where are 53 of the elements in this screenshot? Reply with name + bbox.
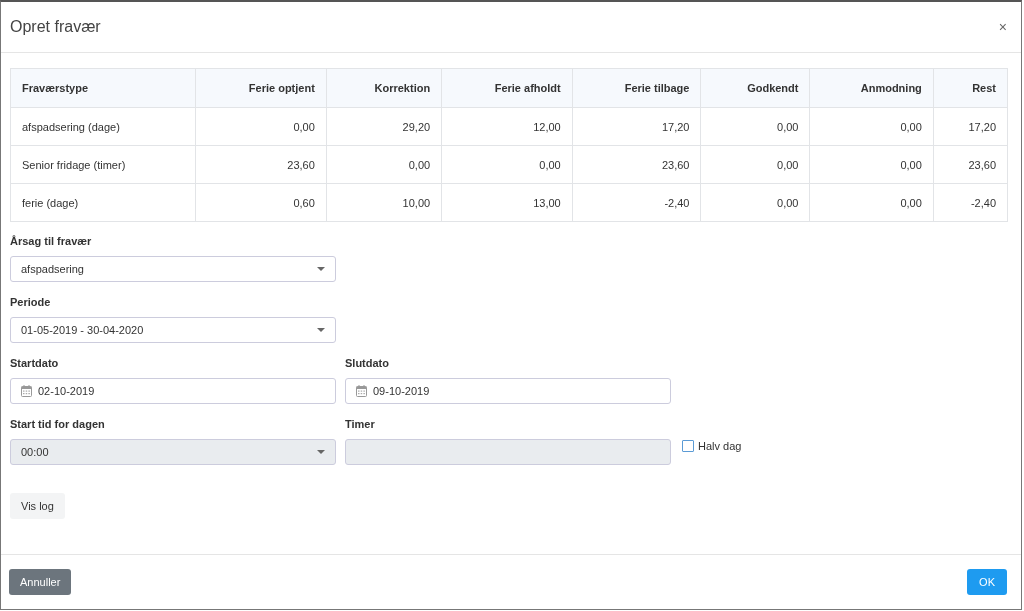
table-cell: 23,60 [572,145,701,184]
table-cell: 0,00 [700,183,810,222]
caret-icon [317,328,325,332]
column-header: Ferie optjent [195,68,327,108]
table-cell: Senior fridage (timer) [10,145,196,184]
table-cell: 13,00 [441,183,573,222]
close-button[interactable]: × [998,19,1007,35]
table-cell: 10,00 [326,183,442,222]
dropdown[interactable]: afspadsering [10,256,336,282]
log-button[interactable]: Vis log [10,493,65,519]
field-label: Slutdato [345,357,390,369]
column-header: Rest [933,68,1008,108]
column-header: Ferie tilbage [572,68,701,108]
table-cell: ferie (dage) [10,183,196,222]
table-cell: 0,00 [810,107,934,146]
table-cell: 0,00 [195,107,327,146]
caret-icon [317,450,325,454]
table-cell: 23,60 [195,145,327,184]
dropdown[interactable]: 01-05-2019 - 30-04-2020 [10,317,336,343]
table-cell: 0,00 [810,145,934,184]
table-cell: 23,60 [933,145,1008,184]
table-cell: 0,60 [195,183,327,222]
calendar-icon [356,385,367,397]
table-cell: -2,40 [933,183,1008,222]
cancel-button[interactable]: Annuller [9,569,72,595]
table-cell: 17,20 [933,107,1008,146]
date-field[interactable]: 09-10-2019 [345,378,671,404]
table-cell: 17,20 [572,107,701,146]
table-cell: 0,00 [700,107,810,146]
table-cell: 0,00 [326,145,442,184]
column-header: Korrektion [326,68,442,108]
table-cell: afspadsering (dage) [10,107,196,146]
calendar-icon [21,385,32,397]
column-header: Anmodning [810,68,934,108]
column-header: Ferie afholdt [441,68,573,108]
caret-icon [317,267,325,271]
field-label: Periode [10,296,52,308]
table-cell: 12,00 [441,107,573,146]
field-label: Start tid for dagen [10,418,106,430]
checkbox-label: Halv dag [698,440,742,452]
column-header: Godkendt [700,68,810,108]
field-label: Årsag til fravær [10,235,93,247]
field-label: Startdato [10,357,60,369]
table-cell: 0,00 [441,145,573,184]
table-cell: 0,00 [700,145,810,184]
date-field[interactable]: 02-10-2019 [10,378,336,404]
dialog-title: Opret fravær [10,18,101,36]
field-label: Timer [345,418,376,430]
table-cell: 0,00 [810,183,934,222]
table-cell: 29,20 [326,107,442,146]
table-cell: -2,40 [572,183,701,222]
checkbox[interactable] [682,440,694,452]
column-header: Fraværstype [10,68,196,108]
